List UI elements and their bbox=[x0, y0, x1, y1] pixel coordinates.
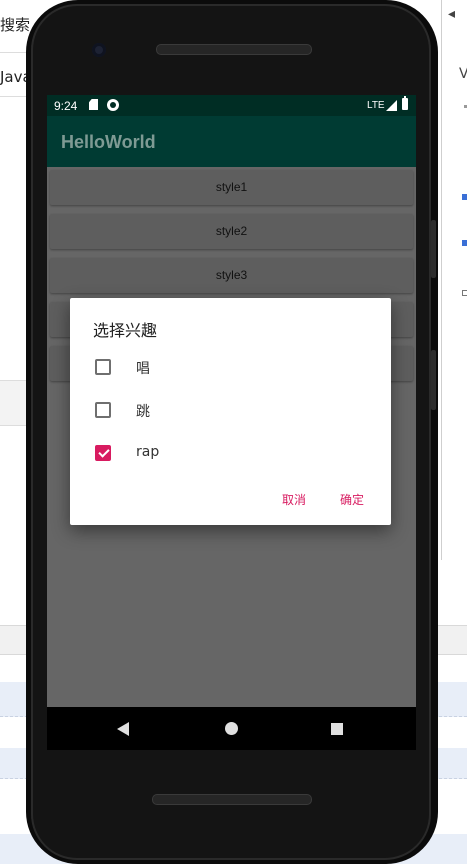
power-button[interactable] bbox=[431, 220, 436, 278]
option-label: 跳 bbox=[136, 404, 150, 420]
style1-button[interactable]: style1 bbox=[50, 170, 413, 205]
home-icon[interactable] bbox=[225, 722, 238, 735]
background-arrow-icon: ◂ bbox=[448, 6, 456, 22]
front-camera bbox=[92, 43, 106, 57]
battery-icon bbox=[402, 96, 408, 110]
network-type: LTE bbox=[367, 100, 385, 111]
volume-button[interactable] bbox=[431, 350, 436, 410]
option-label: 唱 bbox=[136, 361, 150, 377]
navigation-bar bbox=[47, 707, 416, 750]
recents-icon[interactable] bbox=[331, 723, 343, 735]
dialog-title: 选择兴趣 bbox=[93, 321, 158, 340]
status-bar: 9:24 LTE bbox=[47, 95, 416, 116]
option-rap[interactable]: rap bbox=[70, 436, 391, 470]
background-right-panel: ◂ V bbox=[441, 0, 467, 560]
background-marker-icon bbox=[462, 240, 467, 246]
background-search-text: 搜索 bbox=[0, 16, 31, 34]
style2-button[interactable]: style2 bbox=[50, 214, 413, 249]
background-box-icon bbox=[462, 290, 467, 296]
option-sing[interactable]: 唱 bbox=[70, 350, 391, 384]
sync-icon bbox=[107, 99, 119, 111]
back-icon[interactable] bbox=[117, 722, 129, 736]
app-bar: HelloWorld bbox=[47, 116, 416, 167]
sd-card-icon bbox=[89, 99, 98, 110]
bottom-speaker bbox=[152, 794, 312, 805]
ok-button[interactable]: 确定 bbox=[340, 491, 364, 508]
checkbox-unchecked-icon[interactable] bbox=[95, 402, 111, 418]
interest-dialog: 选择兴趣 唱 跳 rap 取消 确定 bbox=[70, 298, 391, 525]
status-time: 9:24 bbox=[54, 99, 78, 113]
background-v-text: V bbox=[459, 66, 467, 82]
checkbox-checked-icon[interactable] bbox=[95, 445, 111, 461]
app-title: HelloWorld bbox=[61, 132, 156, 152]
cancel-button[interactable]: 取消 bbox=[282, 491, 306, 508]
option-label: rap bbox=[136, 444, 160, 460]
background-marker-icon bbox=[462, 194, 467, 200]
signal-icon bbox=[386, 100, 397, 111]
style3-button[interactable]: style3 bbox=[50, 258, 413, 293]
top-speaker bbox=[156, 44, 312, 55]
checkbox-unchecked-icon[interactable] bbox=[95, 359, 111, 375]
option-dance[interactable]: 跳 bbox=[70, 393, 391, 427]
